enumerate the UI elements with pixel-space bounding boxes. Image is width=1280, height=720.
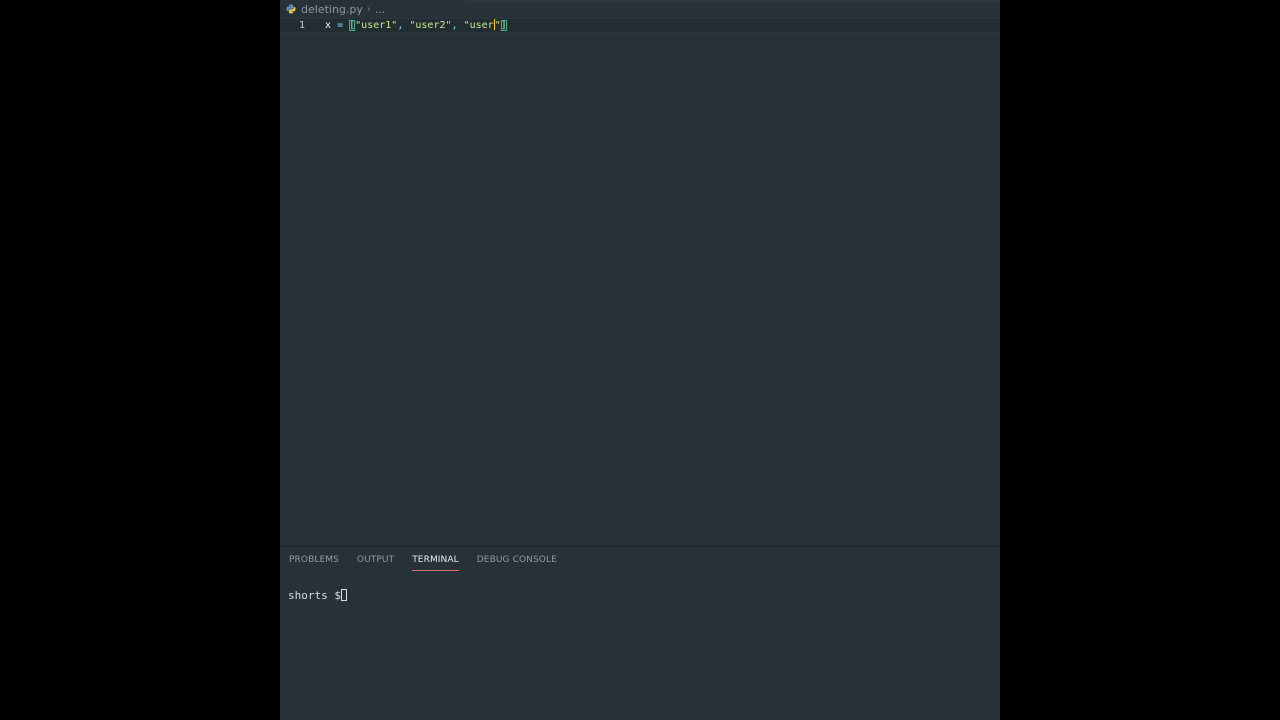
code-token-close-bracket: ]: [500, 20, 507, 31]
tab-debug-console[interactable]: DEBUG CONSOLE: [477, 555, 557, 571]
bottom-panel: PROBLEMS OUTPUT TERMINAL DEBUG CONSOLE s…: [280, 546, 1000, 720]
breadcrumb: deleting.py › ...: [280, 0, 1000, 18]
code-token-string-1: "user1": [355, 20, 398, 31]
line-number: 1: [299, 20, 306, 31]
terminal[interactable]: shorts $: [288, 589, 347, 602]
code-editor[interactable]: 1 x = ["user1", "user2", "user"]: [280, 18, 1000, 546]
tab-terminal[interactable]: TERMINAL: [412, 555, 459, 571]
tab-problems[interactable]: PROBLEMS: [289, 555, 339, 571]
breadcrumb-more[interactable]: ...: [375, 3, 386, 16]
code-token-variable: x: [325, 20, 332, 31]
current-line-highlight: 1 x = ["user1", "user2", "user"]: [280, 18, 1000, 33]
code-line[interactable]: x = ["user1", "user2", "user"]: [325, 19, 507, 32]
breadcrumb-file[interactable]: deleting.py: [301, 3, 363, 16]
panel-tabs: PROBLEMS OUTPUT TERMINAL DEBUG CONSOLE: [289, 555, 575, 571]
terminal-cursor: [340, 589, 347, 601]
chevron-right-icon: ›: [366, 3, 371, 15]
tab-strip-shadow: [465, 0, 1000, 2]
code-token-operator: =: [337, 20, 344, 31]
code-token-string-2: "user2": [409, 20, 452, 31]
code-token-comma-2: ,: [451, 20, 458, 31]
terminal-prompt: shorts $: [288, 589, 341, 602]
code-token-comma-1: ,: [397, 20, 404, 31]
code-token-string-3: "user: [463, 20, 494, 31]
tab-output[interactable]: OUTPUT: [357, 555, 394, 571]
code-token-string-3-close: ": [494, 20, 501, 31]
editor-window: deleting.py › ... 1 x = ["user1", "user2…: [280, 0, 1000, 720]
python-file-icon: [286, 4, 296, 14]
